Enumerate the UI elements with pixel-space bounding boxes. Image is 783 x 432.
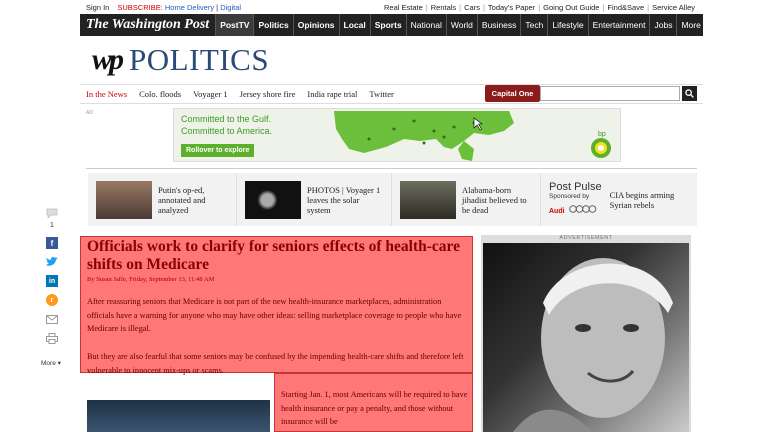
article-headline[interactable]: Officials work to clarify for seniors ef…	[87, 238, 467, 274]
svg-text:bp: bp	[598, 131, 606, 138]
chevron-down-icon: ▾	[57, 360, 61, 367]
utility-bar: Sign In SUBSCRIBE: Home Delivery | Digit…	[80, 0, 703, 14]
post-pulse[interactable]: Post Pulse Sponsored by Audi CIA begins …	[541, 173, 690, 226]
side-advertisement[interactable]: ADVERTISEMENT	[481, 235, 691, 432]
promo-thumbnail[interactable]	[245, 180, 301, 219]
facebook-icon[interactable]: f	[46, 237, 58, 249]
post-pulse-title: Post Pulse	[549, 181, 602, 193]
article-highlight: Officials work to clarify for seniors ef…	[80, 236, 473, 375]
nav-item-business[interactable]: Business	[476, 14, 521, 36]
in-the-news-label: In the News	[86, 89, 128, 99]
topic-link[interactable]: Voyager 1	[187, 89, 234, 99]
digital-link[interactable]: Digital	[220, 3, 241, 12]
banner-line-1: Committed to the Gulf.	[181, 114, 272, 124]
pipe-separator: |	[602, 3, 605, 12]
search-button[interactable]	[682, 86, 697, 101]
pipe-separator: |	[482, 3, 485, 12]
divider	[86, 168, 697, 169]
signin-link[interactable]: Sign In	[86, 3, 109, 12]
nav-item-local[interactable]: Local	[338, 14, 370, 36]
utility-link[interactable]: Today's Paper	[488, 3, 535, 12]
nav-item-world[interactable]: World	[445, 14, 477, 36]
nav-item-national[interactable]: National	[405, 14, 446, 36]
audi-label: Audi	[549, 208, 565, 215]
bp-logo-icon: bp	[591, 131, 611, 158]
promo-text[interactable]: PHOTOS | Voyager 1 leaves the solar syst…	[307, 185, 383, 215]
nav-item-lifestyle[interactable]: Lifestyle	[547, 14, 587, 36]
section-brand: wp POLITICS	[92, 42, 269, 78]
topic-link[interactable]: India rape trial	[301, 89, 363, 99]
page-title[interactable]: POLITICS	[129, 42, 269, 78]
nav-item-sports[interactable]: Sports	[369, 14, 406, 36]
topic-link[interactable]: Twitter	[363, 89, 399, 99]
pipe-separator: |	[459, 3, 462, 12]
article-continuation: Starting Jan. 1, most Americans will be …	[274, 373, 473, 432]
audi-rings-icon	[569, 205, 597, 213]
article-paragraph: Starting Jan. 1, most Americans will be …	[281, 390, 468, 426]
promo-thumbnail[interactable]	[96, 180, 152, 219]
main-nav: The Washington Post PostTV Politics Opin…	[80, 14, 703, 36]
promo-item[interactable]: PHOTOS | Voyager 1 leaves the solar syst…	[237, 173, 392, 226]
utility-link[interactable]: Going Out Guide	[543, 3, 599, 12]
nav-item-jobs[interactable]: Jobs	[649, 14, 676, 36]
comment-count[interactable]: 1	[50, 222, 54, 229]
promo-thumbnail[interactable]	[400, 180, 456, 219]
topic-link[interactable]: Jersey shore fire	[234, 89, 302, 99]
nav-item-opinions[interactable]: Opinions	[292, 14, 339, 36]
advertisement-label: ADVERTISEMENT	[559, 235, 613, 241]
wp-logo[interactable]: wp	[92, 43, 124, 77]
reddit-icon[interactable]: r	[46, 294, 58, 306]
banner-line-2: Committed to America.	[181, 126, 273, 136]
utility-link[interactable]: Find&Save	[607, 3, 644, 12]
promo-text[interactable]: Putin's op-ed, annotated and analyzed	[158, 185, 228, 215]
share-column: 1 f in r	[42, 207, 62, 351]
email-icon[interactable]	[46, 313, 58, 325]
rollover-button[interactable]: Rollover to explore	[181, 144, 255, 157]
subscribe-label: SUBSCRIBE:	[117, 3, 163, 12]
home-delivery-link[interactable]: Home Delivery	[165, 3, 214, 12]
twitter-icon[interactable]	[46, 256, 58, 268]
article-byline: By Susan Jaffe, Friday, September 13, 11…	[87, 276, 215, 283]
post-pulse-sponsor: Sponsored by	[549, 193, 590, 200]
washington-post-logo[interactable]: The Washington Post	[80, 17, 215, 33]
bp-banner-ad[interactable]: Committed to the Gulf. Committed to Amer…	[173, 108, 621, 162]
topic-link[interactable]: Colo. floods	[133, 89, 187, 99]
article-paragraph: After reassuring seniors that Medicare i…	[87, 297, 462, 333]
pipe-separator: |	[425, 3, 428, 12]
promo-strip: Putin's op-ed, annotated and analyzed PH…	[88, 173, 697, 226]
linkedin-icon[interactable]: in	[46, 275, 58, 287]
ad-label: AD	[86, 110, 93, 116]
utility-link[interactable]: Rentals	[431, 3, 456, 12]
us-map-graphic	[334, 111, 514, 161]
nav-item-politics[interactable]: Politics	[253, 14, 292, 36]
promo-item[interactable]: Alabama-born jihadist believed to be dea…	[392, 173, 541, 226]
more-share-button[interactable]: More ▾	[41, 359, 61, 367]
utility-link[interactable]: Cars	[464, 3, 480, 12]
utility-link[interactable]: Service Alley	[652, 3, 695, 12]
search-input[interactable]	[540, 86, 680, 101]
nav-item-tech[interactable]: Tech	[520, 14, 547, 36]
promo-item[interactable]: Putin's op-ed, annotated and analyzed	[88, 173, 237, 226]
print-icon[interactable]	[46, 332, 58, 344]
pipe-separator: |	[538, 3, 541, 12]
nav-item-entertainment[interactable]: Entertainment	[587, 14, 650, 36]
article-photo[interactable]	[87, 400, 270, 432]
capital-one-sponsor[interactable]: Capital One	[485, 85, 540, 102]
advertisement-photo[interactable]	[483, 243, 689, 432]
comment-icon[interactable]	[46, 207, 58, 219]
promo-text[interactable]: Alabama-born jihadist believed to be dea…	[462, 185, 532, 215]
utility-link[interactable]: Real Estate	[384, 3, 423, 12]
search-icon	[685, 89, 694, 98]
pipe-separator: |	[647, 3, 650, 12]
nav-item-more[interactable]: More	[676, 14, 704, 36]
post-pulse-text[interactable]: CIA begins arming Syrian rebels	[610, 190, 682, 210]
nav-item-posttv[interactable]: PostTV	[215, 14, 254, 36]
more-share-label: More	[41, 360, 56, 367]
pipe-separator: |	[216, 3, 219, 12]
